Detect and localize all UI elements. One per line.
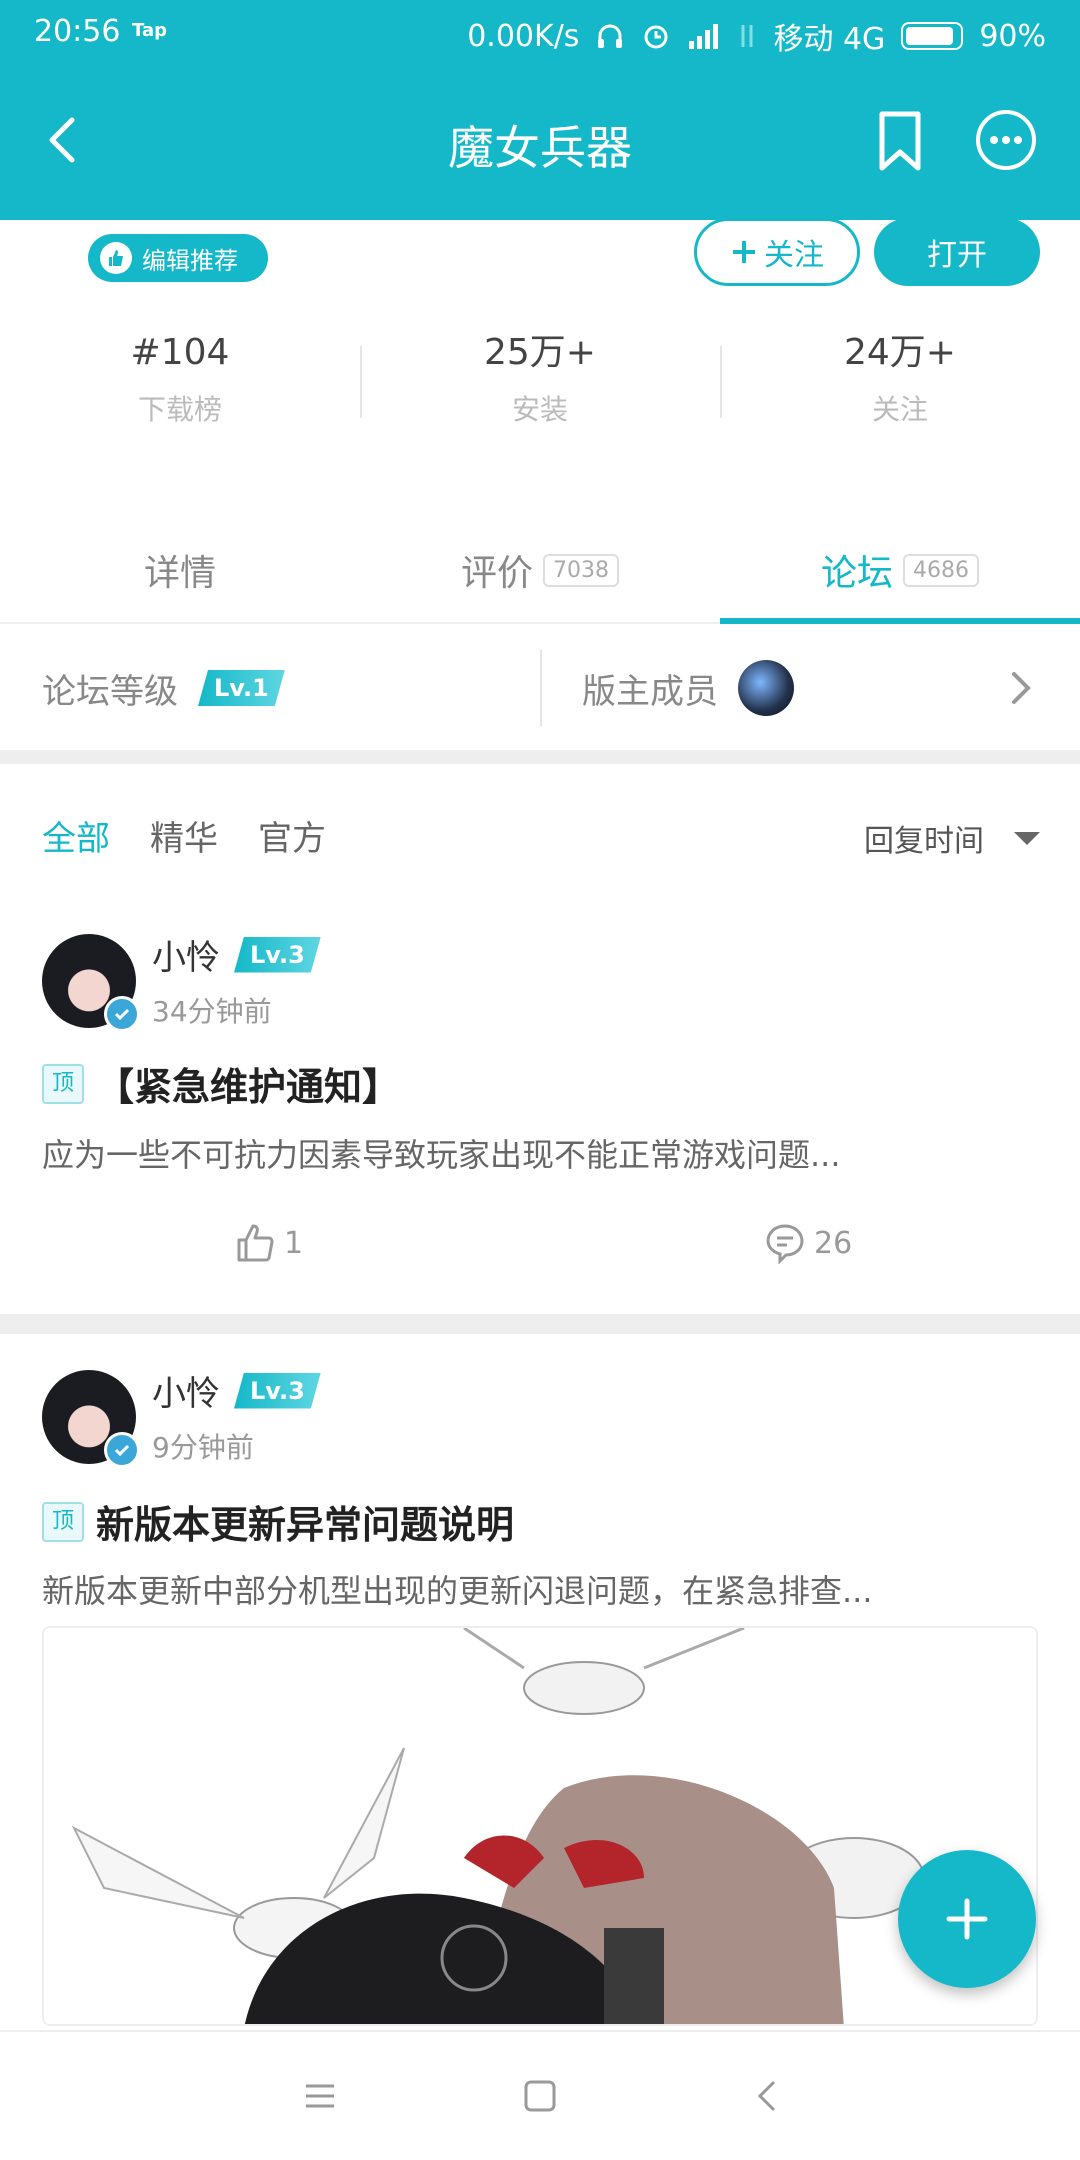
follow-label: 关注 xyxy=(764,238,824,273)
taptap-notification-icon: Tap xyxy=(132,20,167,41)
verified-icon xyxy=(104,1432,140,1468)
signal-icon xyxy=(689,24,719,49)
battery-icon xyxy=(901,22,964,50)
post-excerpt[interactable]: 应为一些不可抗力因素导致玩家出现不能正常游戏问题... xyxy=(42,1130,1038,1176)
system-nav-bar xyxy=(0,2030,1080,2160)
app-stats: #104 下载榜 25万+ 安装 24万+ 关注 xyxy=(0,330,1080,440)
detail-tabs: 详情 评价 7038 论坛 4686 xyxy=(0,518,1080,624)
pinned-tag: 顶 xyxy=(42,1501,85,1542)
moderators[interactable]: 版主成员 xyxy=(540,626,1080,750)
carrier-label: 移动 4G xyxy=(773,22,886,57)
tab-details[interactable]: 详情 xyxy=(0,518,360,622)
filter-featured[interactable]: 精华 xyxy=(150,811,218,860)
post-author[interactable]: 小怜 Lv.3 xyxy=(152,1366,321,1415)
author-level-badge: Lv.3 xyxy=(234,937,321,973)
tab-label: 评价 xyxy=(460,553,533,594)
moderator-avatar xyxy=(738,660,794,716)
forum-level[interactable]: 论坛等级 Lv.1 xyxy=(0,626,540,750)
verified-icon xyxy=(104,996,140,1032)
menu-icon[interactable] xyxy=(300,2076,340,2116)
forum-level-label: 论坛等级 xyxy=(42,671,178,712)
sort-dropdown[interactable]: 回复时间 xyxy=(864,816,1040,860)
tab-count: 7038 xyxy=(543,553,619,587)
forum-info-row: 论坛等级 Lv.1 版主成员 xyxy=(0,626,1080,764)
stat-label: 下载榜 xyxy=(137,393,222,426)
post-time: 34分钟前 xyxy=(152,995,272,1028)
headset-icon xyxy=(598,24,623,48)
stat-label: 关注 xyxy=(871,393,928,426)
editor-recommend-label: 编辑推荐 xyxy=(142,246,238,275)
comment-button[interactable]: 26 xyxy=(764,1222,852,1264)
battery-percent: 90% xyxy=(979,18,1046,54)
app-bar: 魔女兵器 xyxy=(0,66,1080,220)
plus-icon xyxy=(733,241,755,263)
more-options-icon[interactable] xyxy=(974,108,1038,172)
avatar[interactable] xyxy=(42,934,140,1032)
stat-installs: 25万+ 安装 xyxy=(360,330,720,440)
sort-label: 回复时间 xyxy=(864,824,984,859)
post-time: 9分钟前 xyxy=(152,1431,254,1464)
author-level-badge: Lv.3 xyxy=(234,1373,321,1409)
stat-label: 安装 xyxy=(511,393,568,426)
dropdown-arrow-icon xyxy=(1014,831,1040,845)
stat-followers: 24万+ 关注 xyxy=(720,330,1080,440)
post-title[interactable]: 顶 【紧急维护通知】 xyxy=(42,1056,400,1111)
comment-count: 26 xyxy=(814,1225,853,1261)
new-post-button[interactable] xyxy=(898,1850,1036,1988)
like-count: 1 xyxy=(284,1225,304,1261)
stat-rank[interactable]: #104 下载榜 xyxy=(0,330,360,440)
follow-button[interactable]: 关注 xyxy=(694,218,860,286)
tab-count: 4686 xyxy=(903,553,979,587)
forum-level-badge: Lv.1 xyxy=(198,670,285,706)
net-speed: 0.00K/s xyxy=(467,18,580,54)
author-name: 小怜 xyxy=(152,938,220,978)
post-title[interactable]: 顶 新版本更新异常问题说明 xyxy=(42,1494,514,1549)
bookmark-icon[interactable] xyxy=(874,110,926,172)
home-icon[interactable] xyxy=(520,2076,560,2116)
stat-value: #104 xyxy=(130,332,230,373)
editor-recommend-badge: 编辑推荐 xyxy=(88,234,268,282)
post-image[interactable] xyxy=(42,1626,1038,2026)
stat-value: 24万+ xyxy=(844,332,956,373)
post-divider xyxy=(0,1314,1080,1334)
status-time: 20:56 xyxy=(34,14,121,49)
post-title-text: 新版本更新异常问题说明 xyxy=(96,1503,515,1547)
tab-forum[interactable]: 论坛 4686 xyxy=(720,518,1080,624)
status-bar: 20:56 Tap 0.00K/s 移动 4G 90% xyxy=(0,0,1080,66)
thumbs-up-icon xyxy=(237,1224,274,1262)
post-excerpt[interactable]: 新版本更新中部分机型出现的更新闪退问题，在紧急排查... xyxy=(42,1566,1038,1612)
filter-all[interactable]: 全部 xyxy=(42,811,110,860)
post-title-text: 【紧急维护通知】 xyxy=(96,1065,401,1109)
avatar[interactable] xyxy=(42,1370,140,1468)
open-button[interactable]: 打开 xyxy=(874,218,1040,286)
alarm-icon xyxy=(644,25,668,49)
filter-official[interactable]: 官方 xyxy=(258,811,326,860)
like-button[interactable]: 1 xyxy=(234,1222,303,1264)
back-nav-icon[interactable] xyxy=(748,2076,788,2116)
comment-icon xyxy=(766,1224,804,1264)
pinned-tag: 顶 xyxy=(42,1063,85,1104)
tab-label: 详情 xyxy=(143,553,216,594)
thumbs-up-icon xyxy=(100,242,132,274)
chevron-right-icon xyxy=(1012,672,1031,704)
post-author[interactable]: 小怜 Lv.3 xyxy=(152,930,321,979)
tab-label: 论坛 xyxy=(820,553,893,594)
status-right: 0.00K/s 移动 4G 90% xyxy=(467,14,1046,58)
anime-illustration xyxy=(44,1628,1036,2024)
tab-reviews[interactable]: 评价 7038 xyxy=(360,518,720,622)
moderators-label: 版主成员 xyxy=(582,671,718,712)
stat-value: 25万+ xyxy=(484,332,596,373)
data-transfer-icon xyxy=(741,25,753,47)
plus-icon xyxy=(946,1898,988,1940)
author-name: 小怜 xyxy=(152,1374,220,1414)
